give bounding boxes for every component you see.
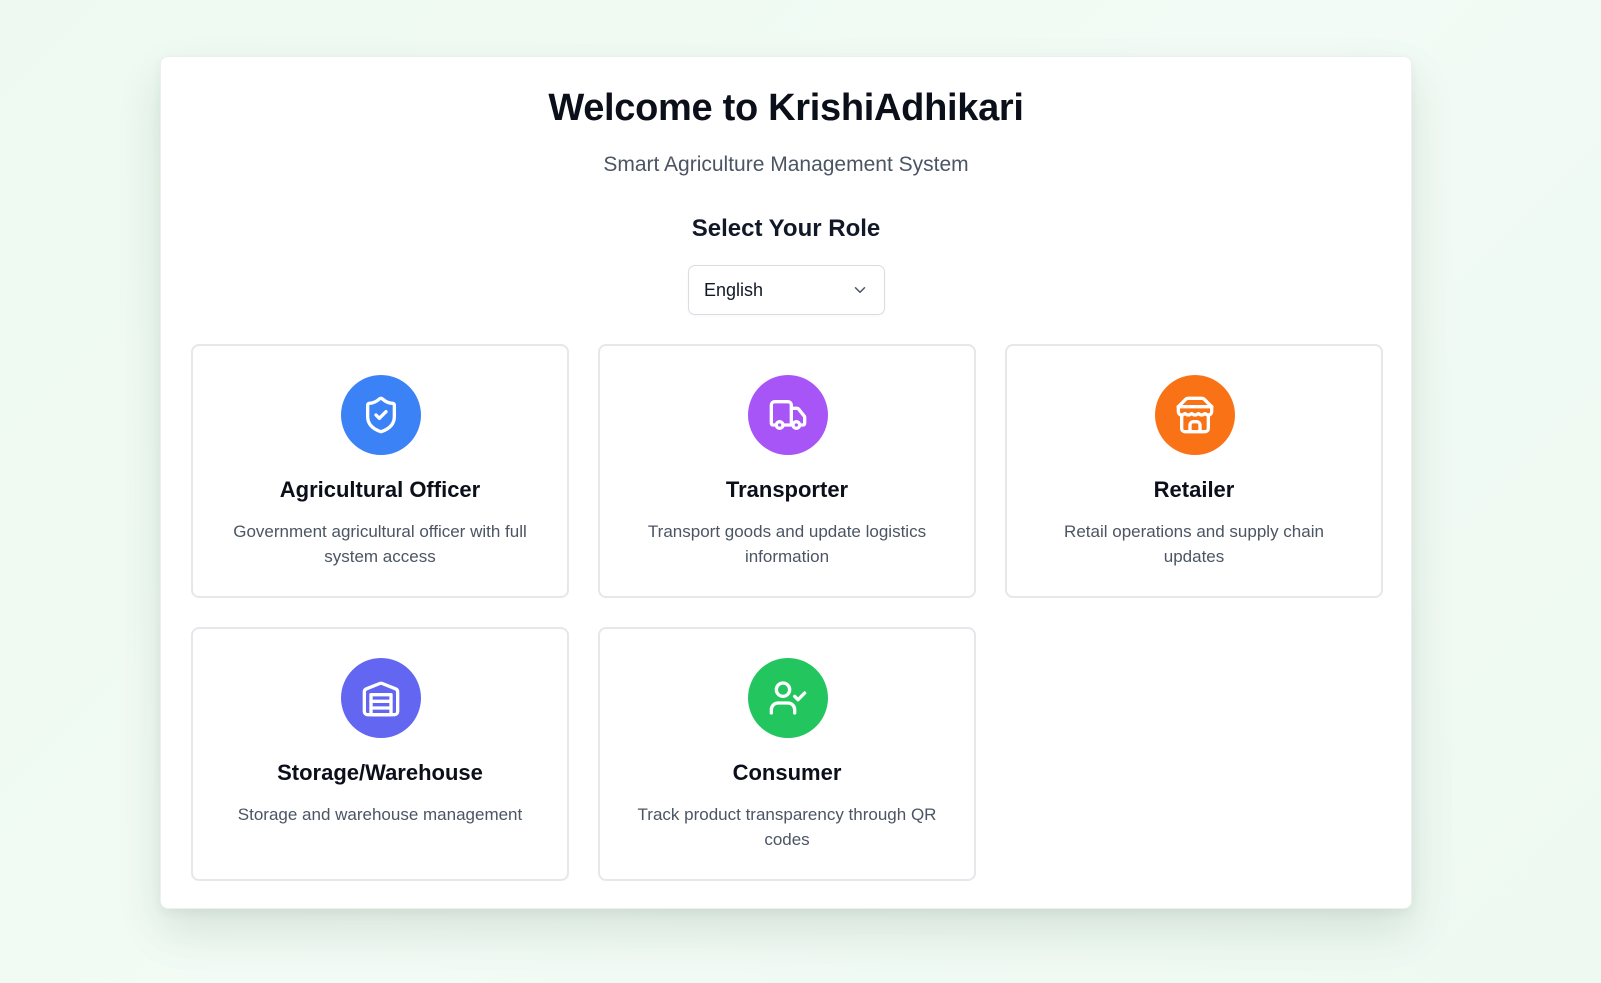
role-icon-circle: [341, 658, 421, 738]
role-icon-circle: [341, 375, 421, 455]
role-description: Transport goods and update logistics inf…: [647, 522, 927, 566]
user-check-icon: [769, 681, 807, 715]
role-card-retailer[interactable]: Retailer Retail operations and supply ch…: [1005, 344, 1383, 598]
role-card-storage-warehouse[interactable]: Storage/Warehouse Storage and warehouse …: [191, 627, 569, 881]
role-title: Consumer: [732, 760, 842, 785]
page-subtitle: Smart Agriculture Management System: [603, 153, 969, 176]
role-title: Retailer: [1153, 477, 1235, 502]
role-card-transporter[interactable]: Transporter Transport goods and update l…: [598, 344, 976, 598]
role-icon-circle: [748, 658, 828, 738]
role-description: Storage and warehouse management: [237, 805, 523, 824]
role-description: Retail operations and supply chain updat…: [1064, 522, 1324, 566]
language-select-value: English: [704, 279, 764, 300]
page-title: Welcome to KrishiAdhikari: [548, 87, 1024, 129]
role-card-consumer[interactable]: Consumer Track product transparency thro…: [598, 627, 976, 881]
role-title: Storage/Warehouse: [277, 760, 483, 785]
role-icon-circle: [1155, 375, 1235, 455]
role-title: Transporter: [725, 477, 849, 502]
shield-check-icon: [366, 396, 396, 434]
chevron-down-icon: [854, 287, 866, 293]
truck-icon: [769, 400, 807, 430]
warehouse-icon: [362, 681, 400, 717]
role-heading: Select Your Role: [691, 215, 881, 242]
language-select[interactable]: English: [688, 265, 885, 315]
role-icon-circle: [748, 375, 828, 455]
role-description: Track product transparency through QR co…: [637, 805, 937, 849]
role-card-agricultural-officer[interactable]: Agricultural Officer Government agricult…: [191, 344, 569, 598]
store-icon: [1176, 396, 1214, 434]
role-title: Agricultural Officer: [279, 477, 481, 502]
role-selection-card: Welcome to KrishiAdhikari Smart Agricult…: [160, 56, 1412, 909]
role-description: Government agricultural officer with ful…: [233, 522, 527, 566]
